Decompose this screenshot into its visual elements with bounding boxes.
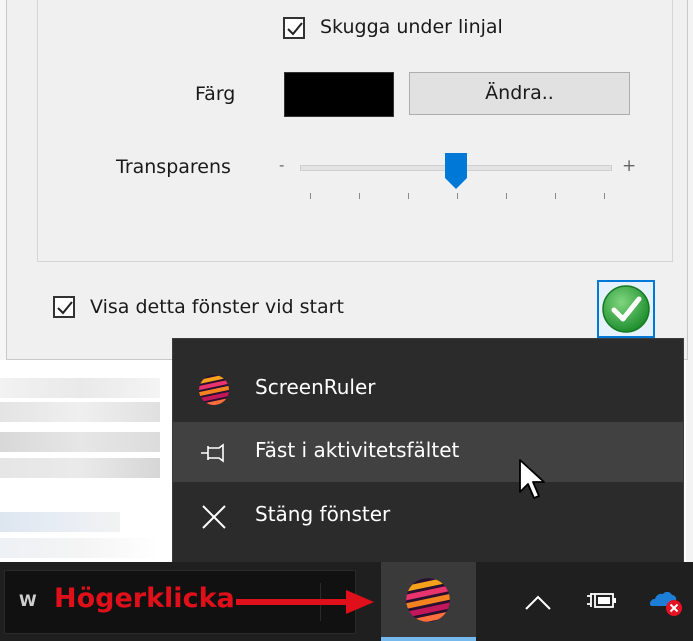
- checkmark-icon: [287, 22, 303, 36]
- startup-checkbox[interactable]: [53, 296, 75, 318]
- annotation-text: Högerklicka: [54, 583, 235, 614]
- taskbar-screenruler-button[interactable]: [381, 562, 476, 641]
- screenruler-app-icon: [406, 578, 450, 622]
- slider-min-label: -: [279, 156, 285, 174]
- blurred-content: [0, 538, 160, 558]
- battery-charging-icon[interactable]: [585, 588, 619, 614]
- color-swatch[interactable]: [284, 72, 394, 117]
- blurred-content: [0, 432, 160, 452]
- active-app-indicator: [381, 637, 476, 641]
- shadow-checkbox[interactable]: [283, 17, 305, 39]
- slider-thumb[interactable]: [444, 152, 468, 190]
- annotation-arrow: [236, 590, 374, 614]
- mouse-cursor-icon: [519, 459, 545, 499]
- startup-checkbox-label: Visa detta fönster vid start: [90, 296, 344, 318]
- color-label: Färg: [195, 83, 236, 105]
- pin-icon: [201, 443, 224, 463]
- blurred-content: [0, 512, 120, 532]
- slider-tick: [555, 193, 556, 199]
- ok-button[interactable]: [597, 280, 655, 338]
- blurred-content: [0, 458, 160, 478]
- onedrive-error-icon[interactable]: [648, 586, 684, 618]
- menu-label-pin: Fäst i aktivitetsfältet: [255, 438, 460, 462]
- slider-tick: [408, 193, 409, 199]
- settings-group: [37, 0, 673, 262]
- close-icon: [202, 505, 226, 529]
- menu-item-pin[interactable]: Fäst i aktivitetsfältet: [173, 422, 683, 482]
- slider-tick: [359, 193, 360, 199]
- menu-item-app[interactable]: ScreenRuler: [173, 359, 683, 419]
- chevron-up-icon[interactable]: [523, 592, 553, 612]
- menu-label-close: Stäng fönster: [255, 502, 391, 526]
- taskbar-left-glyph: W: [19, 591, 37, 610]
- transparency-label: Transparens: [116, 156, 231, 178]
- checkmark-icon: [57, 301, 73, 315]
- taskbar-context-menu: ScreenRuler Fäst i aktivitetsfältet Stän…: [172, 338, 684, 565]
- slider-tick: [604, 193, 605, 199]
- blurred-content: [0, 402, 160, 422]
- checkmark-circle-icon: [602, 285, 650, 333]
- slider-max-label: +: [622, 156, 637, 176]
- shadow-checkbox-label: Skugga under linjal: [320, 16, 503, 38]
- change-color-button[interactable]: Ändra..: [409, 72, 630, 115]
- menu-item-close[interactable]: Stäng fönster: [173, 486, 683, 546]
- slider-tick: [506, 193, 507, 199]
- slider-tick: [457, 193, 458, 199]
- slider-tick: [310, 193, 311, 199]
- blurred-content: [0, 378, 160, 398]
- screenruler-app-icon: [199, 375, 229, 405]
- menu-label-app: ScreenRuler: [255, 375, 376, 399]
